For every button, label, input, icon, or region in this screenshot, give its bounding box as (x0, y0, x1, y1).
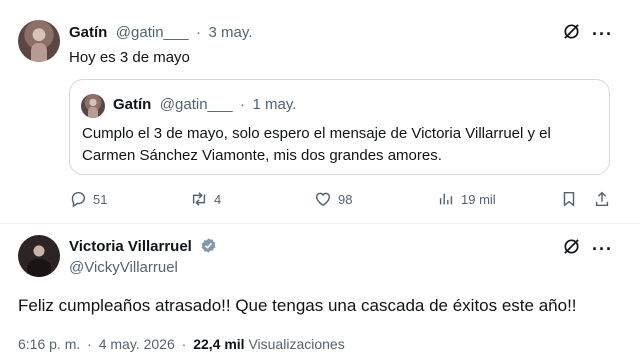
quoted-tweet-card[interactable]: Gatín @gatin___ · 1 may. Cumplo el 3 de … (69, 79, 610, 175)
separator: · (240, 96, 246, 113)
share-button[interactable] (593, 190, 611, 208)
views-button[interactable]: 19 mil (437, 190, 496, 208)
quoted-text-line1: Cumplo el 3 de mayo, solo espero el mens… (82, 125, 551, 142)
main-tweet-meta: 6:16 p. m. · 4 may. 2026 · 22,4 mil Visu… (18, 336, 345, 352)
grok-icon[interactable] (562, 22, 581, 46)
heart-icon (315, 192, 331, 207)
quoted-text: Cumplo el 3 de mayo, solo espero el mens… (82, 123, 602, 167)
verified-badge-icon (200, 237, 217, 259)
author-handle[interactable]: @gatin___ (116, 24, 189, 41)
quoted-handle: @gatin___ (159, 96, 233, 113)
reply-icon (71, 191, 85, 208)
tweet-full-date[interactable]: 4 may. 2026 (99, 336, 175, 352)
views-label: Visualizaciones (248, 336, 345, 352)
quoted-avatar (81, 94, 105, 118)
reply-header: Gatín @gatin___ · 3 may. (69, 24, 252, 42)
reply-count: 51 (93, 191, 108, 207)
separator: · (181, 336, 187, 352)
gatin-avatar[interactable] (18, 20, 60, 62)
reply-button[interactable]: 51 (69, 190, 107, 208)
quoted-author-name: Gatín (113, 96, 152, 113)
repost-button[interactable]: 4 (190, 190, 221, 208)
views-total: 22,4 mil (193, 336, 245, 352)
more-options-icon[interactable]: ··· (592, 239, 613, 260)
views-count: 19 mil (461, 191, 496, 207)
main-author-handle[interactable]: @VickyVillarruel (69, 259, 178, 276)
views-chart-icon (439, 193, 453, 205)
main-author-name-row: Victoria Villarruel (69, 237, 217, 259)
bookmark-icon (563, 191, 575, 207)
grok-icon[interactable] (562, 237, 581, 261)
quoted-text-line2: Carmen Sánchez Viamonte, mis dos grandes… (82, 147, 442, 164)
repost-count: 4 (214, 191, 222, 207)
divider (0, 223, 640, 224)
like-button[interactable]: 98 (314, 190, 352, 208)
like-count: 98 (338, 191, 353, 207)
more-options-icon[interactable]: ··· (592, 24, 613, 45)
tweet-date[interactable]: 3 may. (208, 24, 252, 41)
victoria-avatar[interactable] (18, 235, 60, 277)
separator: · (87, 336, 92, 352)
share-icon (595, 191, 609, 207)
bookmark-button[interactable] (560, 190, 578, 208)
main-tweet-text: Feliz cumpleaños atrasado!! Que tengas u… (18, 296, 577, 315)
main-author-name[interactable]: Victoria Villarruel (69, 238, 192, 255)
author-name[interactable]: Gatín (69, 24, 107, 41)
reply-text: Hoy es 3 de mayo (69, 49, 190, 66)
reply-tweet[interactable]: Gatín @gatin___ · 3 may. ··· Hoy es 3 de… (0, 0, 640, 226)
quoted-header: Gatín @gatin___ · 1 may. (113, 96, 296, 114)
action-bar: 51 4 98 19 mil (69, 190, 610, 212)
separator: · (196, 24, 202, 41)
repost-icon (192, 192, 206, 206)
tweet-time[interactable]: 6:16 p. m. (18, 336, 80, 352)
quoted-date: 1 may. (252, 96, 297, 113)
